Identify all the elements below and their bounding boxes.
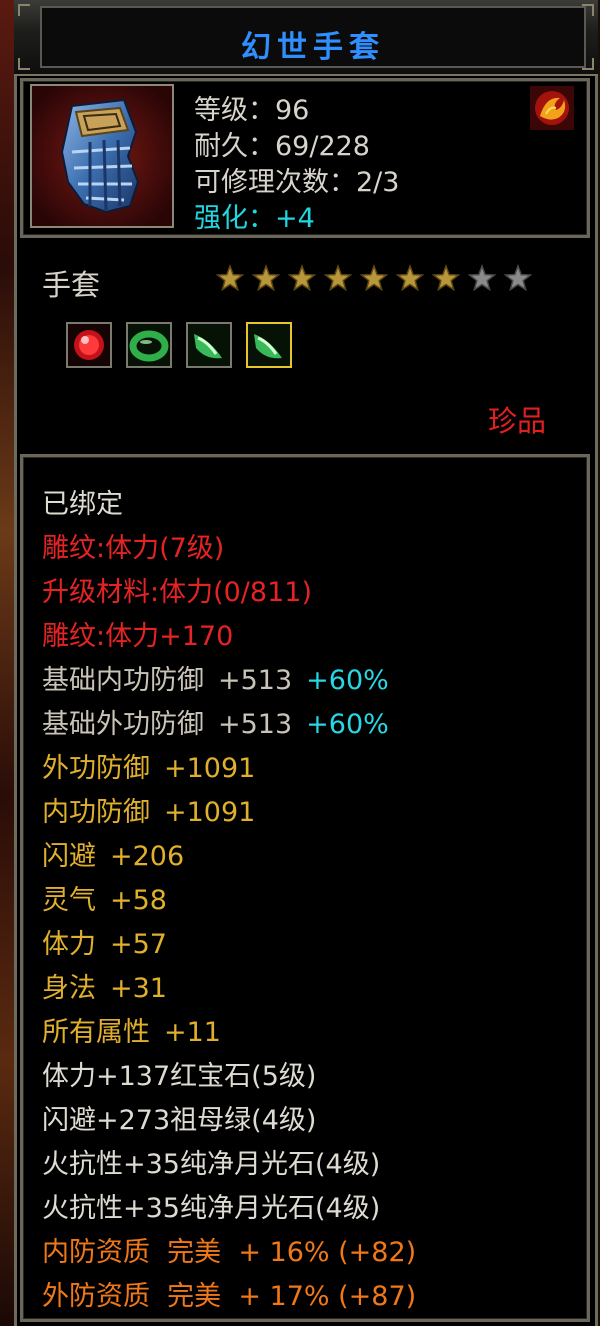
star-empty-icon [467, 263, 497, 292]
base-inner-defense: 基础内功防御 +513 +60% [42, 665, 389, 696]
outer-defense-quality: 外防资质 完美 + 17% (+87) [42, 1281, 417, 1312]
bound-status: 已绑定 [42, 489, 123, 520]
stamina: 体力 +57 [42, 929, 167, 960]
level-stat: 等级：96 [194, 95, 310, 126]
star-filled-icon [323, 263, 353, 292]
title-inner-frame: 幻世手套 [40, 6, 586, 68]
star-filled-icon [359, 263, 389, 292]
corner-ornament [582, 58, 594, 70]
enhance-stat: 强化：+4 [194, 203, 315, 234]
title-bar: 幻世手套 [14, 0, 598, 76]
gem-socket-moonstone[interactable] [186, 322, 232, 368]
corner-ornament [18, 4, 30, 16]
moonstone-icon [188, 324, 230, 366]
spirit: 灵气 +58 [42, 885, 167, 916]
gem-socket-ruby[interactable] [66, 322, 112, 368]
upgrade-material: 升级材料:体力(0/811) [42, 577, 312, 608]
corner-ornament [582, 4, 594, 16]
engrave-bonus: 雕纹:体力+170 [42, 621, 234, 652]
base-outer-defense: 基础外功防御 +513 +60% [42, 709, 389, 740]
gem-bonus-ruby: 体力+137红宝石(5级) [42, 1061, 317, 1092]
star-filled-icon [216, 263, 245, 292]
star-filled-icon [287, 263, 317, 292]
gem-socket-jade[interactable] [126, 322, 172, 368]
rarity-label: 珍品 [488, 404, 547, 438]
corner-ornament [18, 58, 30, 70]
gem-bonus-moonstone-1: 火抗性+35纯净月光石(4级) [42, 1149, 381, 1180]
star-filled-icon [431, 263, 461, 292]
gem-bonus-moonstone-2: 火抗性+35纯净月光石(4级) [42, 1193, 381, 1224]
star-rating [216, 263, 533, 292]
repair-count-stat: 可修理次数：2/3 [194, 167, 400, 198]
item-type-label: 手套 [42, 268, 101, 302]
agility: 身法 +31 [42, 973, 167, 1004]
star-empty-icon [503, 263, 533, 292]
dodge: 闪避 +206 [42, 841, 185, 872]
moonstone-icon [248, 324, 290, 366]
star-filled-icon [251, 263, 281, 292]
engrave-level: 雕纹:体力(7级) [42, 533, 225, 564]
item-title: 幻世手套 [241, 30, 385, 65]
ruby-icon [68, 324, 110, 366]
red-phoenix-emblem-icon [530, 86, 574, 130]
outer-defense: 外功防御 +1091 [42, 753, 256, 784]
gem-socket-moonstone-selected[interactable] [246, 322, 292, 368]
inner-defense-quality: 内防资质 完美 + 16% (+82) [42, 1237, 417, 1268]
durability-stat: 耐久：69/228 [194, 131, 370, 162]
jade-bracelet-icon [128, 324, 170, 366]
star-filled-icon [395, 263, 425, 292]
item-icon-frame [30, 84, 174, 228]
inner-defense: 内功防御 +1091 [42, 797, 256, 828]
all-attributes: 所有属性 +11 [42, 1017, 221, 1048]
glove-icon [32, 86, 172, 226]
gem-bonus-emerald: 闪避+273祖母绿(4级) [42, 1105, 317, 1136]
